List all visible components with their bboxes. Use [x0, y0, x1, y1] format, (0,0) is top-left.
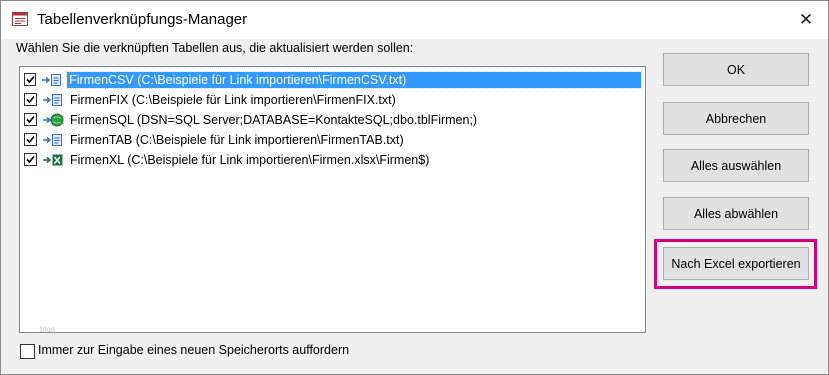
close-icon: ✕: [798, 10, 814, 29]
text-link-icon: [41, 73, 63, 87]
text-link-icon: [42, 133, 64, 147]
instruction-text: Wählen Sie die verknüpften Tabellen aus,…: [16, 41, 414, 55]
close-button[interactable]: ✕: [789, 5, 823, 35]
watermark-text: blog: [40, 325, 56, 334]
list-item-label: FirmenSQL (DSN=SQL Server;DATABASE=Konta…: [70, 112, 478, 127]
list-item[interactable]: FirmenSQL (DSN=SQL Server;DATABASE=Konta…: [22, 110, 641, 129]
list-item[interactable]: FirmenCSV (C:\Beispiele für Link importi…: [22, 70, 642, 89]
checkmark-icon: [26, 135, 35, 144]
select-all-button[interactable]: Alles auswählen: [663, 149, 809, 182]
export-to-excel-button[interactable]: Nach Excel exportieren: [663, 247, 809, 280]
checkbox[interactable]: [24, 113, 37, 126]
ok-button[interactable]: OK: [663, 53, 809, 86]
always-prompt-checkbox[interactable]: [20, 344, 35, 359]
title-bar: Tabellenverknüpfungs-Manager ✕: [1, 1, 828, 39]
linked-table-manager-icon: [12, 12, 28, 26]
list-item[interactable]: FirmenTAB (C:\Beispiele für Link importi…: [22, 130, 641, 149]
list-item[interactable]: FirmenFIX (C:\Beispiele für Link importi…: [22, 90, 641, 109]
odbc-globe-icon: [42, 113, 64, 127]
checkbox[interactable]: [24, 133, 37, 146]
checkmark-icon: [26, 115, 35, 124]
excel-link-icon: [42, 153, 64, 167]
deselect-all-button[interactable]: Alles abwählen: [663, 197, 809, 230]
list-item-label: FirmenTAB (C:\Beispiele für Link importi…: [70, 132, 404, 147]
dialog-window: Tabellenverknüpfungs-Manager ✕ Wählen Si…: [0, 0, 829, 375]
list-item-label: FirmenXL (C:\Beispiele für Link importie…: [70, 152, 430, 167]
list-item-label: FirmenCSV (C:\Beispiele für Link importi…: [66, 70, 642, 89]
always-prompt-label: Immer zur Eingabe eines neuen Speicheror…: [38, 343, 350, 357]
list-item[interactable]: FirmenXL (C:\Beispiele für Link importie…: [22, 150, 641, 169]
cancel-button[interactable]: Abbrechen: [663, 102, 809, 135]
checkmark-icon: [26, 95, 35, 104]
checkbox[interactable]: [24, 93, 37, 106]
checkmark-icon: [26, 75, 35, 84]
checkmark-icon: [26, 155, 35, 164]
checkbox[interactable]: [24, 73, 37, 86]
text-link-icon: [42, 93, 64, 107]
list-item-label: FirmenFIX (C:\Beispiele für Link importi…: [70, 92, 396, 107]
linked-tables-list[interactable]: FirmenCSV (C:\Beispiele für Link importi…: [19, 66, 646, 334]
checkbox[interactable]: [24, 153, 37, 166]
window-title: Tabellenverknüpfungs-Manager: [37, 11, 248, 28]
